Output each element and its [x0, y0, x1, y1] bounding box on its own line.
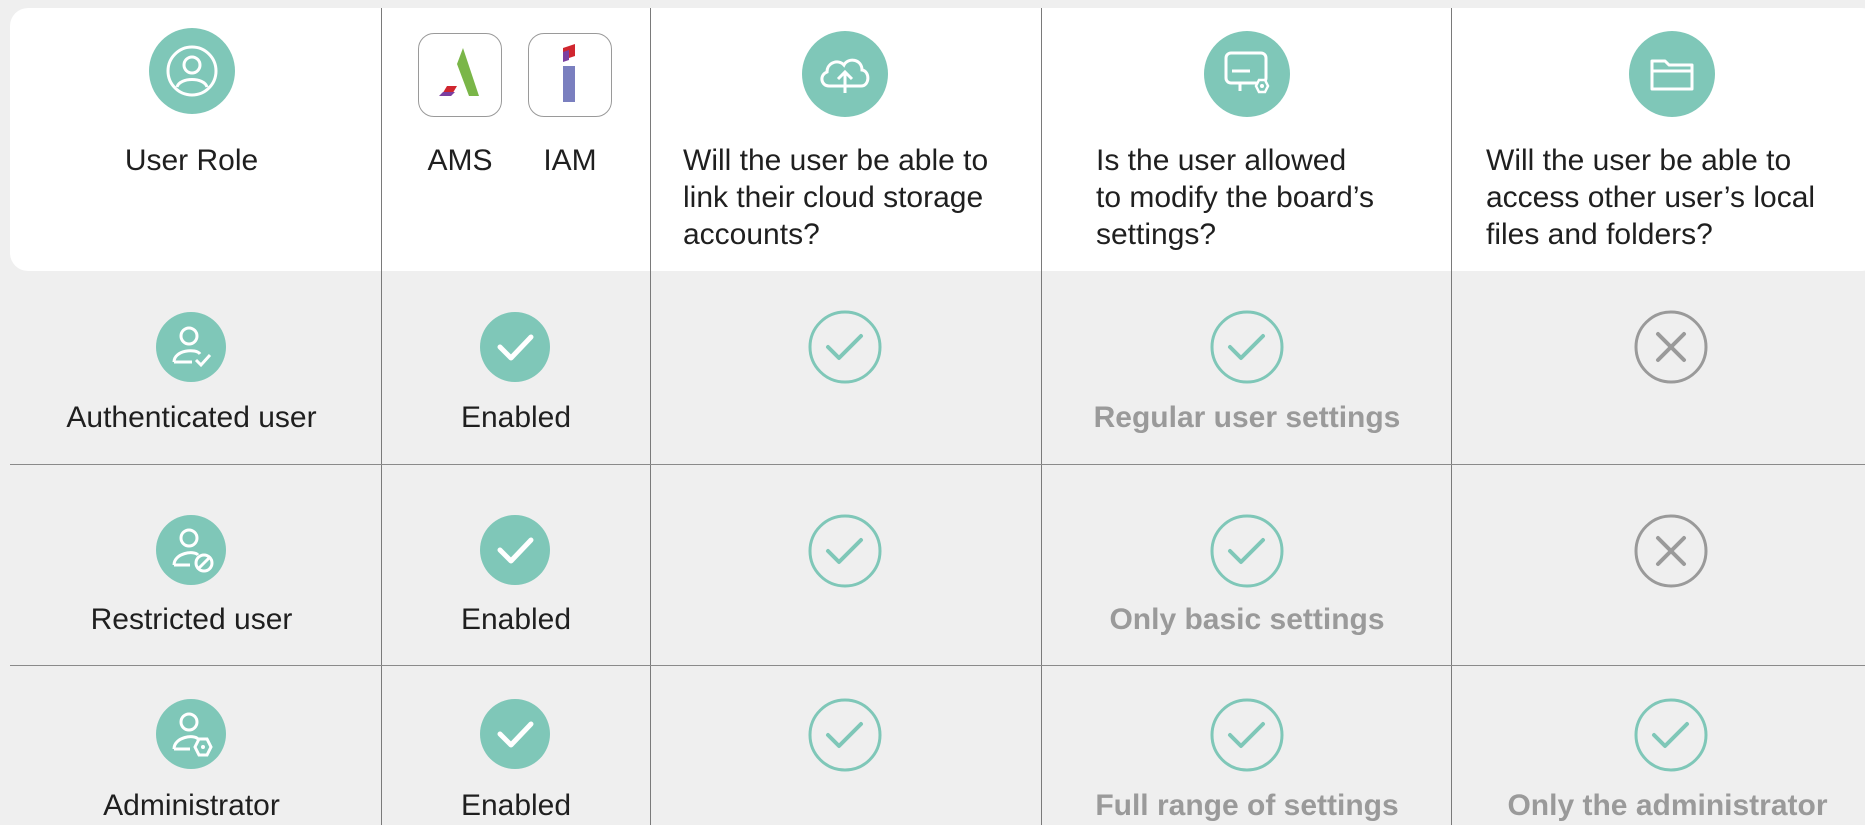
iam-logo-icon [528, 33, 612, 117]
row-divider [10, 665, 1865, 666]
iam-label: IAM [543, 144, 597, 177]
files-check-icon [1634, 698, 1708, 772]
files-question-line: Will the user be able to [1486, 144, 1792, 177]
auth-status: Enabled [460, 401, 572, 434]
settings-check-icon [1210, 698, 1284, 772]
cloud-upload-icon [802, 31, 888, 117]
user-admin-icon [156, 699, 226, 769]
user-role-header: User Role [124, 144, 259, 177]
auth-status: Enabled [460, 789, 572, 822]
ams-label: AMS [427, 144, 493, 177]
settings-question-line: Is the user allowed [1096, 144, 1347, 177]
cloud-question-line: link their cloud storage [683, 181, 984, 214]
role-restricted-user: Restricted user [90, 603, 293, 636]
auth-status: Enabled [460, 603, 572, 636]
cloud-question-line: accounts? [683, 218, 820, 251]
files-cross-icon [1634, 310, 1708, 384]
settings-note: Only basic settings [1109, 603, 1385, 636]
cloud-check-icon [808, 698, 882, 772]
settings-check-icon [1210, 310, 1284, 384]
column-divider [1451, 8, 1452, 825]
column-divider [381, 8, 382, 825]
files-note: Only the administrator [1507, 789, 1828, 822]
user-check-icon [156, 312, 226, 382]
settings-note: Full range of settings [1095, 789, 1399, 822]
row-divider [10, 464, 1865, 465]
ams-logo-icon [418, 33, 502, 117]
cloud-question-line: Will the user be able to [683, 144, 989, 177]
settings-question-line: to modify the board’s [1096, 181, 1374, 214]
enabled-check-icon [480, 515, 550, 585]
role-administrator: Administrator [103, 789, 280, 822]
folder-icon [1629, 31, 1715, 117]
files-question-line: access other user’s local [1486, 181, 1816, 214]
files-cross-icon [1634, 514, 1708, 588]
files-question-line: files and folders? [1486, 218, 1713, 251]
files-question: Will the user be able to access other us… [1486, 142, 1815, 253]
settings-question: Is the user allowed to modify the board’… [1096, 142, 1374, 253]
column-divider [1041, 8, 1042, 825]
enabled-check-icon [480, 699, 550, 769]
settings-note: Regular user settings [1093, 401, 1401, 434]
board-settings-icon [1204, 31, 1290, 117]
column-divider [650, 8, 651, 825]
cloud-check-icon [808, 514, 882, 588]
cloud-check-icon [808, 310, 882, 384]
cloud-question: Will the user be able to link their clou… [683, 142, 988, 253]
settings-check-icon [1210, 514, 1284, 588]
enabled-check-icon [480, 312, 550, 382]
user-blocked-icon [156, 515, 226, 585]
settings-question-line: settings? [1096, 218, 1217, 251]
user-role-icon [149, 28, 235, 114]
role-authenticated-user: Authenticated user [66, 401, 317, 434]
